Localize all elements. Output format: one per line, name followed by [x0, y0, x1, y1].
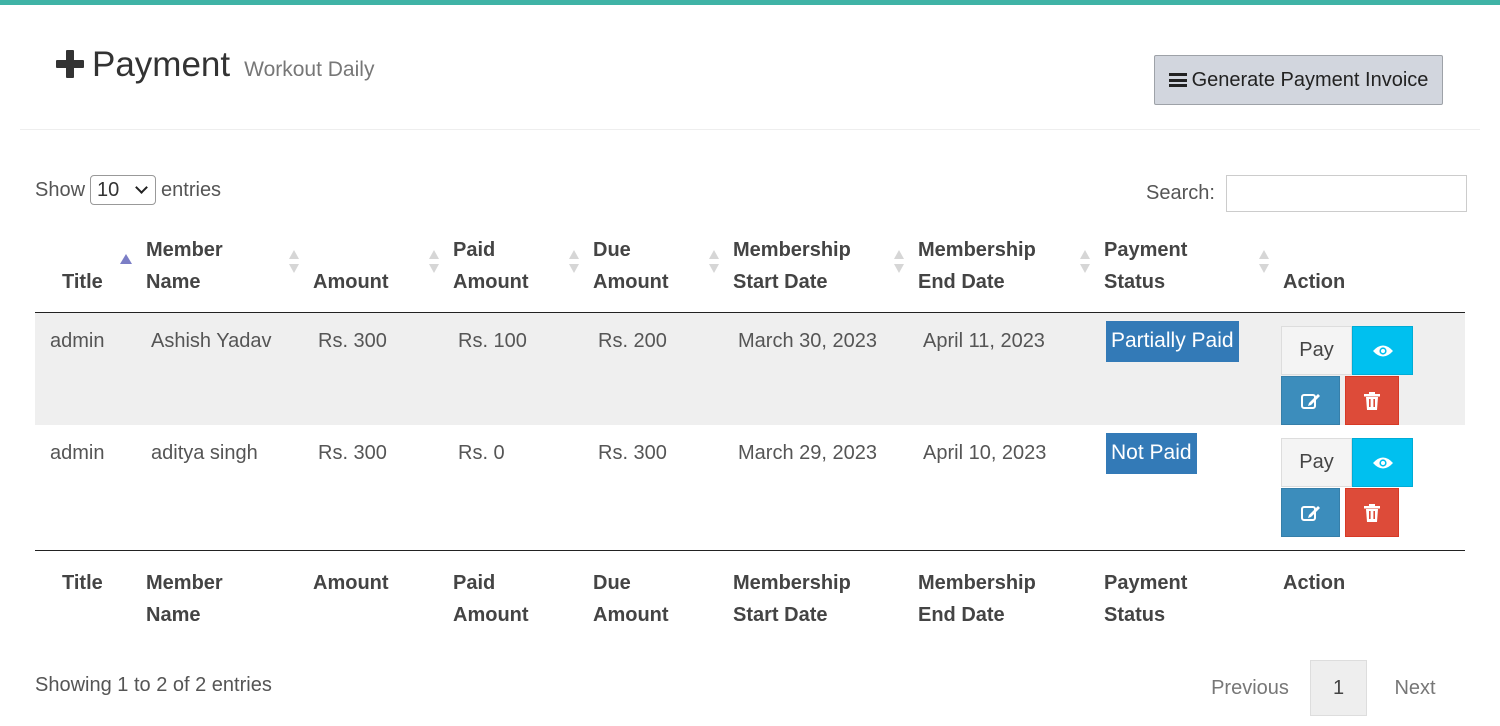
column-header[interactable]: Member Name: [136, 232, 303, 313]
delete-button[interactable]: [1345, 488, 1399, 537]
table-row: admin aditya singh Rs. 300 Rs. 0 Rs. 300…: [35, 425, 1465, 550]
chevron-down-icon: [135, 181, 148, 194]
page-length-select[interactable]: 10: [90, 175, 157, 205]
cell-paid-amount: Rs. 100: [443, 312, 583, 425]
search-control: Search:: [1146, 175, 1467, 212]
footer-column-header: Payment Status: [1094, 549, 1273, 641]
sort-icon: [894, 250, 904, 276]
footer-column-header: Amount: [303, 549, 443, 641]
search-label: Search:: [1146, 182, 1215, 204]
footer-column-header: Paid Amount: [443, 549, 583, 641]
footer-column-header: Member Name: [136, 549, 303, 641]
status-badge: Partially Paid: [1106, 321, 1239, 362]
edit-icon: [1300, 505, 1320, 521]
entries-label: entries: [161, 178, 222, 201]
table-row: admin Ashish Yadav Rs. 300 Rs. 100 Rs. 2…: [35, 312, 1465, 425]
table-footer-row: Title Member Name Amount Paid Amount Due Am…: [35, 549, 1465, 641]
page-subtitle: Workout Daily: [244, 58, 375, 81]
sort-icon: [1259, 250, 1269, 276]
generate-payment-invoice-button[interactable]: Generate Payment Invoice: [1154, 55, 1443, 105]
trash-icon: [1364, 391, 1380, 410]
footer-column-header: Due Amount: [583, 549, 723, 641]
cell-start-date: March 30, 2023: [723, 312, 908, 425]
column-header: Action: [1273, 232, 1465, 313]
generate-button-label: Generate Payment Invoice: [1191, 68, 1429, 91]
page-length-value: 10: [97, 179, 120, 201]
previous-page-button[interactable]: Previous: [1190, 677, 1310, 700]
cell-start-date: March 29, 2023: [738, 442, 877, 464]
cell-member-name: aditya singh: [151, 442, 258, 464]
cell-due-amount: Rs. 300: [598, 442, 667, 464]
cell-paid-amount: Rs. 0: [458, 442, 505, 464]
column-header[interactable]: Membership End Date: [908, 232, 1094, 313]
column-header[interactable]: Membership Start Date: [723, 232, 908, 313]
footer-column-header: Title: [35, 549, 136, 641]
action-buttons: Pay: [1281, 438, 1455, 537]
delete-button[interactable]: [1345, 376, 1399, 425]
page-header: Payment Workout Daily Generate Payment I…: [20, 5, 1480, 130]
column-header[interactable]: Paid Amount: [443, 232, 583, 313]
status-badge: Not Paid: [1106, 433, 1197, 474]
view-button[interactable]: [1352, 438, 1413, 487]
sort-icon: [289, 250, 299, 276]
sort-ascending-icon: [120, 254, 132, 264]
table-header-row: Title Member Name Amount Paid Amount Due Am…: [35, 232, 1465, 313]
page-1-button[interactable]: 1: [1310, 660, 1367, 716]
sort-icon: [429, 250, 439, 276]
pagination: Previous 1 Next: [1190, 660, 1463, 716]
cell-payment-status: Partially Paid: [1094, 312, 1273, 425]
eye-icon: [1372, 345, 1393, 356]
table-info: Showing 1 to 2 of 2 entries: [35, 674, 272, 696]
cell-actions: Pay: [1273, 425, 1465, 550]
column-header[interactable]: Payment Status: [1094, 232, 1273, 313]
edit-button[interactable]: [1281, 376, 1340, 425]
page-title: Payment: [92, 45, 231, 84]
column-header[interactable]: Title: [35, 232, 136, 313]
search-input[interactable]: [1225, 175, 1467, 212]
action-buttons: Pay: [1281, 326, 1455, 425]
sort-icon: [709, 250, 719, 276]
show-label: Show: [35, 178, 86, 201]
footer-column-header: Membership End Date: [908, 549, 1094, 641]
cell-amount: Rs. 300: [303, 312, 443, 425]
cell-end-date: April 11, 2023: [908, 312, 1094, 425]
title-area: Payment Workout Daily: [56, 45, 374, 85]
cell-member-name: Ashish Yadav: [136, 312, 303, 425]
trash-icon: [1364, 503, 1380, 522]
bars-icon: [1168, 73, 1187, 87]
payments-table: Title Member Name Amount Paid Amount Due Am…: [35, 232, 1465, 641]
cell-payment-status: Not Paid: [1094, 425, 1273, 550]
column-header[interactable]: Amount: [303, 232, 443, 313]
sort-icon: [569, 250, 579, 276]
sort-icon: [1080, 250, 1090, 276]
view-button[interactable]: [1352, 326, 1413, 375]
cell-title: admin: [50, 442, 105, 464]
footer-column-header: Membership Start Date: [723, 549, 908, 641]
column-header[interactable]: Due Amount: [583, 232, 723, 313]
cell-end-date: April 10, 2023: [923, 442, 1047, 464]
plus-icon: [56, 50, 84, 78]
eye-icon: [1372, 457, 1393, 468]
footer-column-header: Action: [1273, 549, 1465, 641]
edit-icon: [1300, 393, 1320, 409]
pay-button[interactable]: Pay: [1281, 438, 1352, 487]
cell-due-amount: Rs. 200: [583, 312, 723, 425]
next-page-button[interactable]: Next: [1367, 677, 1463, 700]
cell-amount: Rs. 300: [318, 442, 387, 464]
edit-button[interactable]: [1281, 488, 1340, 537]
cell-actions: Pay: [1273, 312, 1465, 425]
cell-title: admin: [35, 312, 136, 425]
pay-button[interactable]: Pay: [1281, 326, 1352, 375]
page-length-control: Show 10 entries: [35, 175, 221, 205]
